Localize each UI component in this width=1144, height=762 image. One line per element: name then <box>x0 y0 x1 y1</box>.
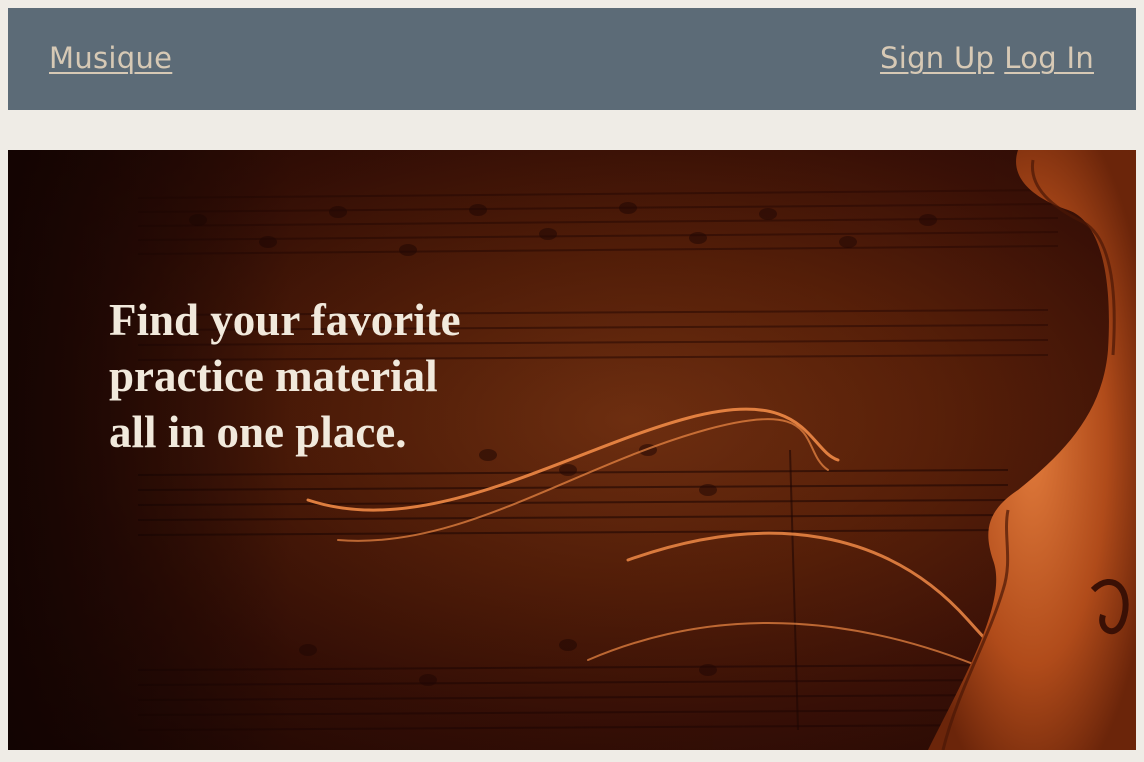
navbar: Musique Sign Up Log In <box>8 8 1136 110</box>
hero-heading: Find your favorite practice material all… <box>109 292 529 460</box>
sign-up-link[interactable]: Sign Up <box>880 41 994 75</box>
hero-heading-line: Find your favorite <box>109 295 461 345</box>
hero-heading-line: all in one place. <box>109 407 407 457</box>
brand-link[interactable]: Musique <box>49 41 172 75</box>
hero-banner: Find your favorite practice material all… <box>8 150 1136 750</box>
log-in-link[interactable]: Log In <box>1004 41 1094 75</box>
hero-heading-line: practice material <box>109 351 438 401</box>
nav-links: Sign Up Log In <box>880 41 1094 75</box>
